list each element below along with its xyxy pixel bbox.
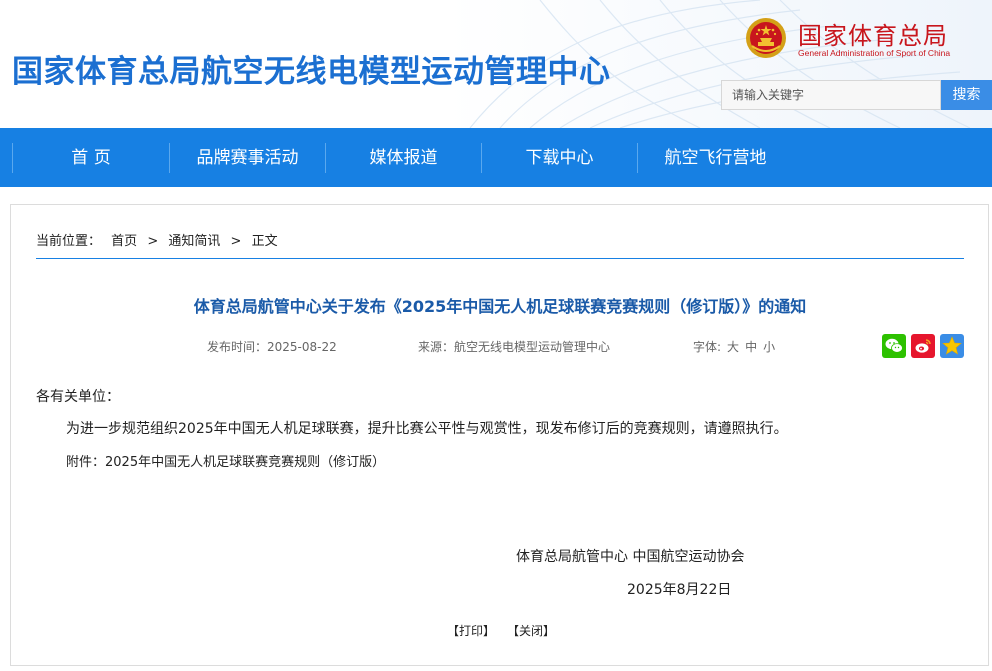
search-input[interactable]: [721, 80, 941, 110]
font-size-label: 字体:: [693, 340, 722, 354]
search-bar: 搜索: [721, 80, 992, 110]
font-size-small[interactable]: 小: [763, 340, 775, 354]
breadcrumb-notices-link[interactable]: 通知简讯: [168, 234, 220, 249]
national-emblem-icon: [746, 18, 786, 58]
site-header: 国家体育总局航空无线电模型运动管理中心 国家体育总局 General Admin…: [0, 0, 992, 128]
nav-item-flight-camp[interactable]: 航空飞行营地: [638, 143, 793, 173]
weibo-icon[interactable]: [911, 334, 935, 358]
logo-english-text: General Administration of Sport of China: [798, 48, 951, 58]
attachment-link[interactable]: 附件：2025年中国无人机足球联赛竞赛规则（修订版）: [66, 451, 385, 470]
breadcrumb-separator: >: [147, 234, 159, 249]
font-size-large[interactable]: 大: [727, 340, 739, 354]
logo-chinese-text: 国家体育总局: [798, 22, 948, 50]
wechat-icon[interactable]: [882, 334, 906, 358]
close-link[interactable]: 【关闭】: [507, 622, 555, 639]
site-title: 国家体育总局航空无线电模型运动管理中心: [12, 54, 611, 90]
signatories: 体育总局航管中心 中国航空运动协会: [516, 549, 745, 565]
search-button[interactable]: 搜索: [941, 80, 992, 110]
nav-item-brand-events[interactable]: 品牌赛事活动: [170, 143, 325, 173]
font-size-control: 字体: 大中小: [693, 338, 775, 355]
salutation: 各有关单位：: [36, 389, 120, 405]
nav-item-downloads[interactable]: 下载中心: [482, 143, 637, 173]
main-nav: 首 页 品牌赛事活动 媒体报道 下载中心 航空飞行营地: [0, 128, 992, 187]
breadcrumb-separator: >: [230, 234, 242, 249]
font-size-medium[interactable]: 中: [745, 340, 757, 354]
breadcrumb-current: 正文: [251, 234, 278, 249]
favorite-star-icon[interactable]: [940, 334, 964, 358]
nav-item-home[interactable]: 首 页: [13, 143, 169, 173]
breadcrumb-home-link[interactable]: 首页: [111, 234, 137, 249]
signature-date: 2025年8月22日: [627, 582, 732, 598]
article-source: 来源：航空无线电模型运动管理中心: [418, 340, 611, 354]
breadcrumb-prefix: 当前位置：: [36, 234, 102, 249]
article-body: 为进一步规范组织2025年中国无人机足球联赛，提升比赛公平性与观赏性，现发布修订…: [66, 421, 788, 437]
print-link[interactable]: 【打印】: [447, 622, 495, 639]
breadcrumb: 当前位置： 首页 > 通知简讯 > 正文: [36, 230, 284, 249]
gas-logo[interactable]: 国家体育总局 General Administration of Sport o…: [744, 14, 990, 62]
breadcrumb-divider: [36, 258, 964, 259]
article-title: 体育总局航管中心关于发布《2025年中国无人机足球联赛竞赛规则（修订版）》的通知: [193, 297, 807, 316]
publish-time: 发布时间：2025-08-22: [207, 340, 337, 354]
nav-item-media[interactable]: 媒体报道: [326, 143, 481, 173]
